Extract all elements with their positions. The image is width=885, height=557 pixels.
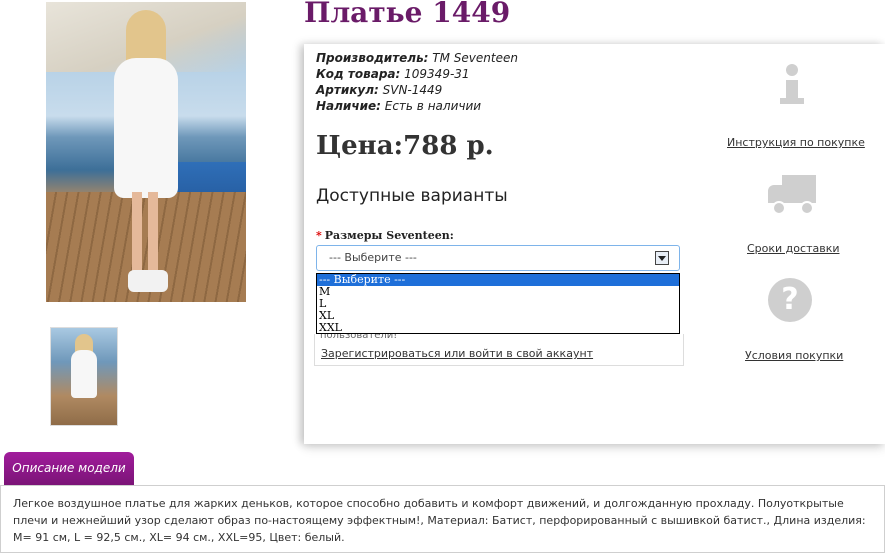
truck-icon <box>768 175 816 215</box>
attr-availability: Наличие: Есть в наличии <box>316 99 482 113</box>
tab-model-description[interactable]: Описание модели <box>4 452 134 485</box>
info-icon-dot <box>786 64 798 76</box>
delivery-terms-link[interactable]: Сроки доставки <box>747 242 840 255</box>
product-attributes: Производитель: TM Seventeen Код товара: … <box>316 50 518 114</box>
attr-article: Артикул: SVN-1449 <box>316 83 443 97</box>
thumb-model-dress <box>71 350 97 398</box>
size-select-label: * Размеры Seventeen: <box>316 229 454 242</box>
variants-heading: Доступные варианты <box>316 186 508 206</box>
size-option[interactable]: L <box>317 298 679 310</box>
truck-icon-wheel <box>772 201 786 215</box>
purchase-instructions-link[interactable]: Инструкция по покупке <box>727 136 865 149</box>
product-title: Платье 1449 <box>304 0 511 29</box>
chevron-down-icon[interactable] <box>655 251 669 265</box>
truck-icon-wheel <box>800 201 814 215</box>
photo-model-shoes <box>128 270 168 292</box>
size-option[interactable]: XXL <box>317 322 679 334</box>
photo-model-dress <box>114 58 178 198</box>
info-icon-base <box>780 98 804 104</box>
product-price: Цена:788 р. <box>316 131 494 161</box>
size-option[interactable]: M <box>317 286 679 298</box>
required-mark: * <box>316 229 322 242</box>
main-product-photo[interactable] <box>46 2 246 302</box>
truck-icon-box <box>782 175 816 203</box>
info-icon <box>780 64 804 106</box>
attr-manufacturer: Производитель: TM Seventeen <box>316 51 518 65</box>
size-dropdown-list[interactable]: --- Выберите --- M L XL XXL <box>316 273 680 334</box>
attr-product-code: Код товара: 109349-31 <box>316 67 470 81</box>
purchase-terms-link[interactable]: Условия покупки <box>745 349 843 362</box>
size-option[interactable]: --- Выберите --- <box>317 274 679 286</box>
model-description: Легкое воздушное платье для жарких деньк… <box>0 485 885 553</box>
size-select[interactable]: --- Выберите --- <box>316 245 680 271</box>
size-option[interactable]: XL <box>317 310 679 322</box>
register-login-link[interactable]: Зарегистрироваться или войти в свой акка… <box>321 347 593 360</box>
question-icon: ? <box>768 278 812 322</box>
size-select-value: --- Выберите --- <box>329 251 417 264</box>
product-thumbnail[interactable] <box>50 327 118 426</box>
